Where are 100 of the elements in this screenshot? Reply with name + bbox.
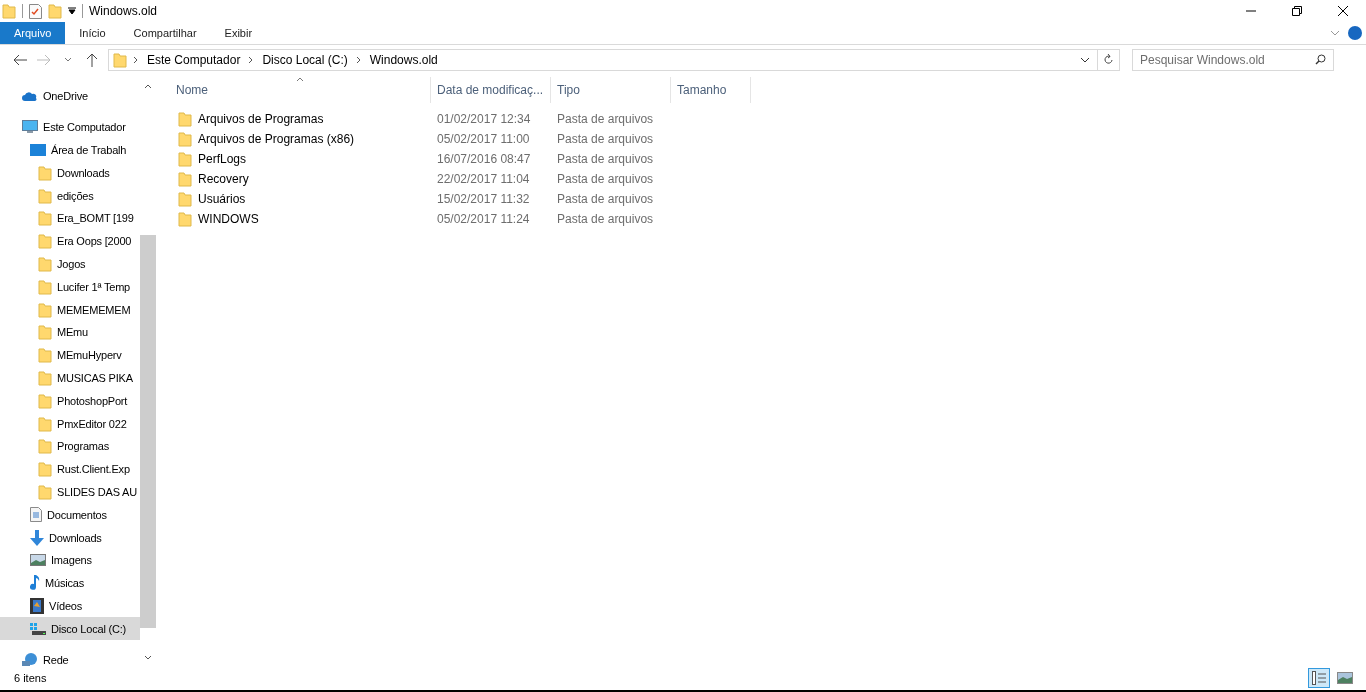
nav-item[interactable]: OneDrive	[0, 85, 140, 108]
nav-item[interactable]: Área de Trabalh	[0, 138, 140, 162]
file-name[interactable]: Usuários	[176, 191, 431, 207]
nav-label: MEmuHyperv	[57, 349, 122, 362]
folder-icon	[38, 392, 52, 409]
nav-label: Músicas	[45, 577, 84, 590]
nav-item[interactable]: Documentos	[0, 503, 140, 527]
music-note-icon	[30, 575, 40, 592]
nav-label: Jogos	[57, 257, 86, 270]
nav-item[interactable]: Jogos	[0, 252, 140, 276]
scroll-down-icon[interactable]	[144, 654, 152, 660]
new-folder-icon	[48, 3, 62, 19]
nav-label: Documentos	[47, 508, 107, 521]
nav-label: Lucifer 1ª Temp	[57, 280, 131, 293]
folder-icon	[38, 461, 52, 478]
file-name[interactable]: Recovery	[176, 171, 431, 187]
chevron-down-icon	[64, 57, 72, 63]
chevron-down-icon[interactable]	[1330, 30, 1340, 36]
folder-icon	[178, 111, 192, 127]
file-type: Pasta de arquivos	[556, 112, 655, 126]
folder-icon	[178, 151, 192, 167]
breadcrumb[interactable]: Disco Local (C:)	[260, 53, 350, 67]
nav-item[interactable]: Era_BOMT [199	[0, 207, 140, 230]
nav-label: Vídeos	[49, 599, 83, 612]
nav-item[interactable]: SLIDES DAS AU	[0, 480, 140, 504]
ribbon-tab[interactable]: Início	[65, 22, 120, 44]
file-type: Pasta de arquivos	[556, 212, 655, 226]
column-header[interactable]: Tipo	[551, 77, 671, 103]
folder-icon	[178, 191, 192, 207]
nav-label: Downloads	[49, 531, 102, 544]
nav-item[interactable]: edições	[0, 184, 140, 207]
ribbon-tab[interactable]: Exibir	[210, 22, 267, 44]
nav-item[interactable]: Rede	[0, 648, 140, 666]
up-arrow-icon	[86, 53, 98, 67]
nav-item[interactable]: Músicas	[0, 571, 140, 595]
nav-item[interactable]: Downloads	[0, 161, 140, 185]
chevron-down-icon	[1080, 57, 1090, 63]
nav-item[interactable]: Disco Local (C:)	[0, 617, 140, 641]
sort-caret-icon	[296, 77, 304, 82]
refresh-icon	[1103, 54, 1114, 66]
close-icon	[1338, 6, 1348, 16]
computer-icon	[22, 120, 38, 135]
search-field[interactable]: Pesquisar Windows.old	[1132, 49, 1334, 71]
ribbon-tab[interactable]: Compartilhar	[119, 22, 211, 44]
file-name[interactable]: Arquivos de Programas	[176, 111, 431, 127]
left-arrow-icon	[13, 54, 27, 66]
file-type: Pasta de arquivos	[556, 192, 655, 206]
file-name[interactable]: WINDOWS	[176, 211, 431, 227]
properties-icon[interactable]	[29, 3, 42, 19]
nav-label: Programas	[57, 440, 109, 453]
nav-label: Este Computador	[43, 121, 126, 134]
nav-item[interactable]: PmxEditor 022	[0, 412, 140, 435]
restore-icon	[1292, 6, 1302, 16]
item-count: 6 itens	[14, 672, 47, 684]
nav-item[interactable]: PhotoshopPort	[0, 389, 140, 413]
nav-label: edições	[57, 189, 94, 202]
folder-icon	[178, 211, 192, 227]
ribbon-tab[interactable]: Arquivo	[0, 22, 66, 44]
nav-label: MEMEMEMEM	[57, 303, 131, 316]
nav-item[interactable]: Imagens	[0, 548, 140, 572]
dropdown-icon[interactable]	[68, 7, 76, 15]
nav-item[interactable]: MEmuHyperv	[0, 343, 140, 367]
breadcrumb[interactable]: Este Computador	[145, 53, 243, 67]
nav-item[interactable]: Lucifer 1ª Temp	[0, 275, 140, 299]
nav-label: Imagens	[51, 554, 92, 567]
list-icon	[1312, 671, 1326, 685]
file-type: Pasta de arquivos	[556, 132, 655, 146]
folder-icon	[38, 438, 52, 455]
folder-icon	[38, 210, 52, 227]
folder-icon	[38, 164, 52, 181]
file-name[interactable]: Arquivos de Programas (x86)	[176, 131, 431, 147]
file-type: Pasta de arquivos	[556, 172, 655, 186]
nav-item[interactable]: Programas	[0, 434, 140, 458]
chevron-right-icon	[355, 56, 362, 64]
column-header[interactable]: Tamanho	[671, 77, 751, 103]
folder-icon	[38, 369, 52, 386]
file-name[interactable]: PerfLogs	[176, 151, 431, 167]
modified-date: 05/02/2017 11:00	[436, 132, 531, 146]
nav-item[interactable]: Rust.Client.Exp	[0, 457, 140, 481]
column-header[interactable]: Nome	[176, 77, 431, 103]
modified-date: 22/02/2017 11:04	[436, 172, 531, 186]
cloud-icon	[22, 91, 38, 102]
folder-icon	[38, 187, 52, 204]
film-icon	[30, 597, 44, 614]
details-view-button[interactable]	[1308, 668, 1330, 688]
column-header[interactable]: Data de modificaç...	[431, 77, 551, 103]
nav-item[interactable]: MEmu	[0, 320, 140, 344]
nav-item[interactable]: Este Computador	[0, 115, 140, 139]
nav-item[interactable]: Vídeos	[0, 594, 140, 618]
folder-icon	[38, 483, 52, 500]
breadcrumb[interactable]: Windows.old	[367, 53, 440, 67]
nav-item[interactable]: MUSICAS PIKA	[0, 366, 140, 390]
nav-item[interactable]: Downloads	[0, 526, 140, 549]
nav-label: Era Oops [2000	[57, 235, 132, 248]
nav-item[interactable]: MEMEMEMEM	[0, 298, 140, 321]
nav-label: SLIDES DAS AU	[57, 485, 137, 498]
address-bar[interactable]: Este Computador Disco Local (C:) Windows.old	[108, 49, 1120, 71]
nav-item[interactable]: Era Oops [2000	[0, 229, 140, 253]
scroll-up-icon[interactable]	[144, 83, 152, 89]
monitor-icon	[30, 144, 46, 156]
